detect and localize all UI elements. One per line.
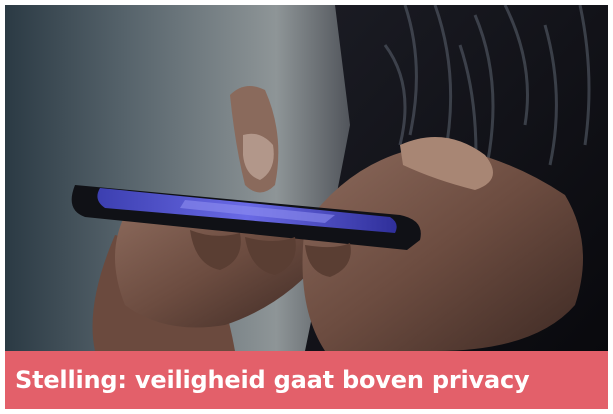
headline-text[interactable]: Stelling: veiligheid gaat boven privacy [15,366,530,394]
article-card[interactable]: Stelling: veiligheid gaat boven privacy [5,5,608,409]
headline-banner[interactable]: Stelling: veiligheid gaat boven privacy [5,351,608,409]
article-photo[interactable] [5,5,608,351]
hands-using-smartphone-image [5,5,608,351]
